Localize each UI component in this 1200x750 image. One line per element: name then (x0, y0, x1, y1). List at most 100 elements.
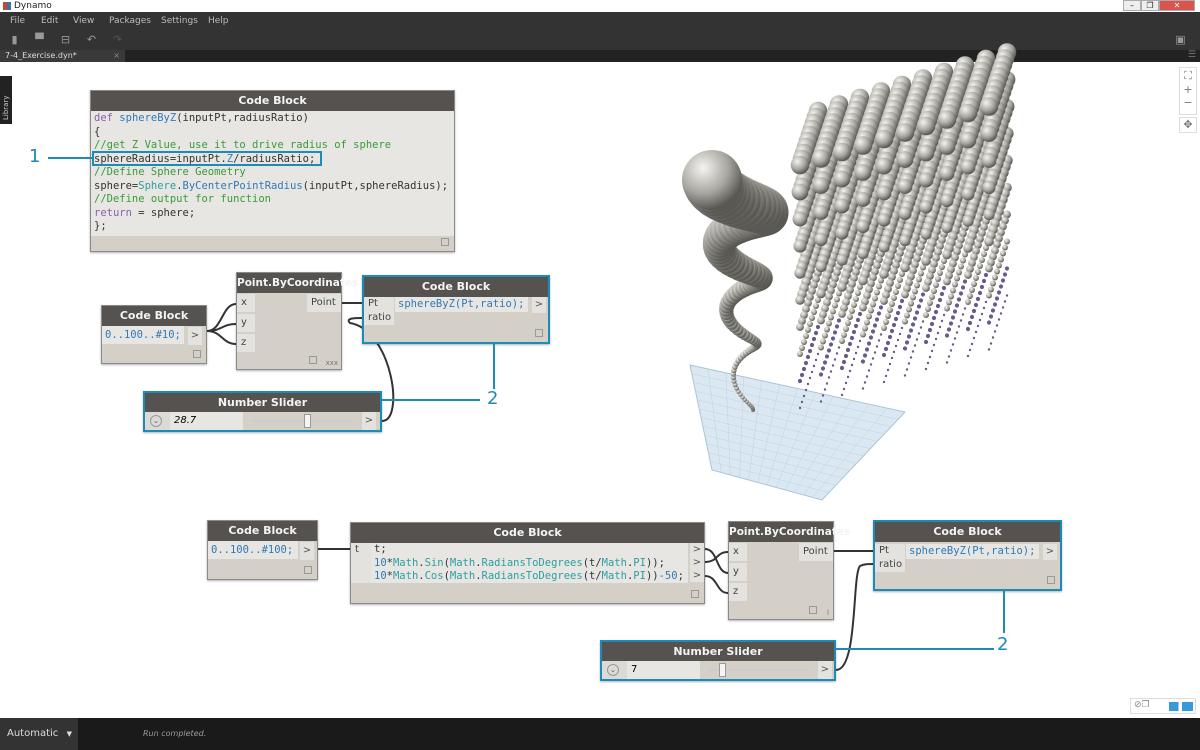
sphere (865, 375, 869, 378)
input-port-z[interactable]: z (237, 334, 255, 352)
sphere (969, 287, 975, 293)
library-toggle[interactable]: Library (0, 76, 12, 124)
output-port[interactable]: > (818, 661, 832, 679)
code-block-call[interactable]: Code Block Pt ratio sphereByZ(Pt,ratio);… (873, 520, 1062, 591)
output-port-point[interactable]: Point (307, 294, 341, 312)
sphere (828, 342, 834, 347)
zoom-in-icon[interactable]: + (1180, 83, 1196, 96)
sphere (933, 309, 939, 315)
sphere (869, 363, 873, 366)
output-port-3[interactable]: > (690, 569, 704, 582)
output-port-1[interactable]: > (690, 543, 704, 556)
sphere (979, 97, 999, 116)
input-port-pt[interactable]: Pt (364, 297, 394, 311)
code-editor[interactable]: 0..100..#10; (102, 326, 184, 344)
output-port[interactable]: > (188, 327, 202, 345)
number-slider[interactable]: Number Slider ⌄ 7 > (600, 640, 836, 681)
point-by-coordinates-node[interactable]: Point.ByCoordinates x y z Point xxx (236, 272, 358, 370)
sphere (799, 372, 805, 378)
input-port-y[interactable]: y (729, 563, 747, 581)
sphere (894, 344, 898, 348)
input-port-x[interactable]: x (729, 543, 747, 561)
code-block-range[interactable]: Code Block 0..100..#10; > (101, 305, 207, 364)
input-port-y[interactable]: y (237, 314, 255, 332)
expand-button[interactable]: ⌄ (602, 661, 627, 679)
slider-thumb[interactable] (304, 414, 312, 428)
callout-2b: 2 (997, 634, 1009, 655)
input-port-z[interactable]: z (729, 583, 747, 601)
code-block-call[interactable]: Code Block Pt ratio sphereByZ(Pt,ratio);… (362, 275, 550, 344)
sphere (939, 166, 955, 181)
sphere (887, 334, 893, 340)
code-block-math[interactable]: Code Block t t; 10*Math.Sin(Math.RadiansT… (350, 522, 705, 604)
sphere (931, 288, 937, 294)
point-by-coordinates-node[interactable]: Point.ByCoordinates x y z Point l (728, 521, 850, 620)
sphere (982, 306, 986, 310)
sphere (981, 278, 987, 284)
sphere (797, 378, 803, 384)
code-editor[interactable]: 0..100..#100; (208, 541, 298, 559)
sphere (833, 358, 837, 361)
sphere (849, 335, 855, 341)
lacing-label[interactable]: l (827, 609, 829, 617)
pan-icon[interactable]: ✥ (1179, 117, 1197, 133)
preview-toggle-icon[interactable] (304, 566, 312, 574)
preview-toggle-icon[interactable] (691, 590, 699, 598)
sphere (974, 330, 978, 334)
sphere (937, 270, 943, 276)
preview-toggle-icon[interactable] (441, 238, 449, 246)
number-slider[interactable]: Number Slider ⌄ 28.7 > (143, 391, 382, 432)
output-port[interactable]: > (362, 412, 376, 430)
sphere (942, 249, 952, 260)
output-port[interactable]: > (1043, 544, 1057, 560)
zoom-out-icon[interactable]: − (1180, 96, 1196, 109)
lacing-label[interactable]: xxx (326, 359, 338, 367)
preview-toggle-icon[interactable] (809, 606, 817, 614)
code-editor[interactable]: sphereByZ(Pt,ratio); (395, 297, 528, 312)
code-editor[interactable]: sphereByZ(Pt,ratio); (906, 544, 1039, 559)
sphere (928, 355, 932, 359)
code-editor[interactable]: def sphereByZ(inputPt,radiusRatio){//get… (91, 111, 454, 236)
input-port-ratio[interactable]: ratio (364, 311, 394, 325)
preview-toggle-icon[interactable] (193, 350, 201, 358)
sphere (861, 387, 865, 390)
sphere (893, 289, 899, 295)
geometry-view-icon[interactable]: ⊘❐ (1134, 700, 1150, 710)
zoom-fit-icon[interactable]: ⛶ (1180, 69, 1196, 83)
run-mode-dropdown[interactable]: Automatic ▼ (0, 718, 78, 750)
sphere (931, 315, 937, 321)
sphere (912, 316, 918, 321)
callout-1: 1 (29, 146, 41, 167)
slider-track[interactable] (248, 412, 358, 430)
sphere (876, 311, 882, 316)
sphere (921, 320, 925, 323)
sphere (909, 356, 913, 359)
code-editor[interactable]: t; 10*Math.Sin(Math.RadiansToDegrees(t/Ma… (371, 543, 688, 583)
slider-track[interactable] (704, 661, 814, 679)
sphere (903, 374, 907, 377)
output-port-2[interactable]: > (690, 556, 704, 569)
slider-value-input[interactable]: 7 (627, 661, 700, 679)
preview-toggle-icon[interactable] (535, 329, 543, 337)
slider-thumb[interactable] (719, 663, 727, 677)
sphere (904, 312, 910, 319)
preview-toggle-icon[interactable] (1047, 576, 1055, 584)
output-port-point[interactable]: Point (799, 543, 833, 561)
input-port-t[interactable]: t (351, 543, 371, 583)
sphere (938, 325, 942, 329)
sphere (829, 370, 833, 373)
preview-toggle-icon[interactable] (309, 356, 317, 364)
sphere (937, 297, 943, 303)
sphere (908, 300, 914, 307)
input-port-ratio[interactable]: ratio (875, 558, 905, 572)
input-port-pt[interactable]: Pt (875, 544, 905, 558)
output-port[interactable]: > (300, 542, 314, 560)
output-port[interactable]: > (532, 297, 546, 313)
callout-2: 2 (487, 388, 499, 409)
graph-view-icon[interactable] (1169, 702, 1193, 711)
code-block-definition[interactable]: Code Block def sphereByZ(inputPt,radiusR… (90, 90, 455, 252)
input-port-x[interactable]: x (237, 294, 255, 312)
expand-button[interactable]: ⌄ (145, 412, 170, 430)
slider-value-input[interactable]: 28.7 (170, 412, 243, 430)
code-block-range[interactable]: Code Block 0..100..#100; > (207, 520, 318, 580)
